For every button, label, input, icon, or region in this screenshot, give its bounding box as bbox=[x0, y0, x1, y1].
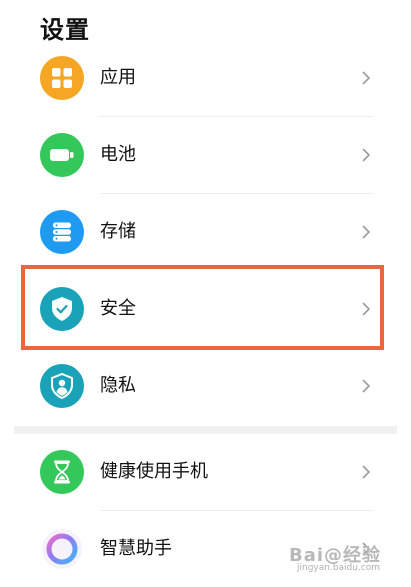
settings-item-label: 智慧助手 bbox=[100, 538, 172, 559]
watermark-url: jingyan.baidu.com bbox=[297, 563, 381, 573]
apps-grid-icon bbox=[40, 56, 84, 100]
privacy-person-shield-icon bbox=[40, 364, 84, 408]
settings-item-storage[interactable]: 存储 bbox=[0, 194, 411, 270]
settings-item-battery[interactable]: 电池 bbox=[0, 117, 411, 193]
hourglass-icon bbox=[40, 450, 84, 494]
chevron-right-icon bbox=[362, 379, 371, 393]
settings-item-label: 应用 bbox=[100, 67, 136, 88]
chevron-right-icon bbox=[362, 148, 371, 162]
section-separator bbox=[14, 426, 397, 434]
battery-icon bbox=[40, 133, 84, 177]
chevron-right-icon bbox=[362, 465, 371, 479]
watermark: Bai@经验 jingyan.baidu.com bbox=[289, 537, 393, 577]
chevron-right-icon bbox=[362, 225, 371, 239]
highlight-box bbox=[21, 265, 384, 350]
settings-item-label: 电池 bbox=[100, 144, 136, 165]
settings-item-digital-balance[interactable]: 健康使用手机 bbox=[0, 434, 411, 510]
settings-item-label: 存储 bbox=[100, 221, 136, 242]
settings-item-label: 健康使用手机 bbox=[100, 461, 208, 482]
chevron-right-icon bbox=[362, 71, 371, 85]
settings-item-privacy[interactable]: 隐私 bbox=[0, 348, 411, 424]
smart-assistant-ring-icon bbox=[40, 527, 84, 571]
storage-icon bbox=[40, 210, 84, 254]
settings-item-apps[interactable]: 应用 bbox=[0, 40, 411, 116]
settings-item-label: 隐私 bbox=[100, 375, 136, 396]
